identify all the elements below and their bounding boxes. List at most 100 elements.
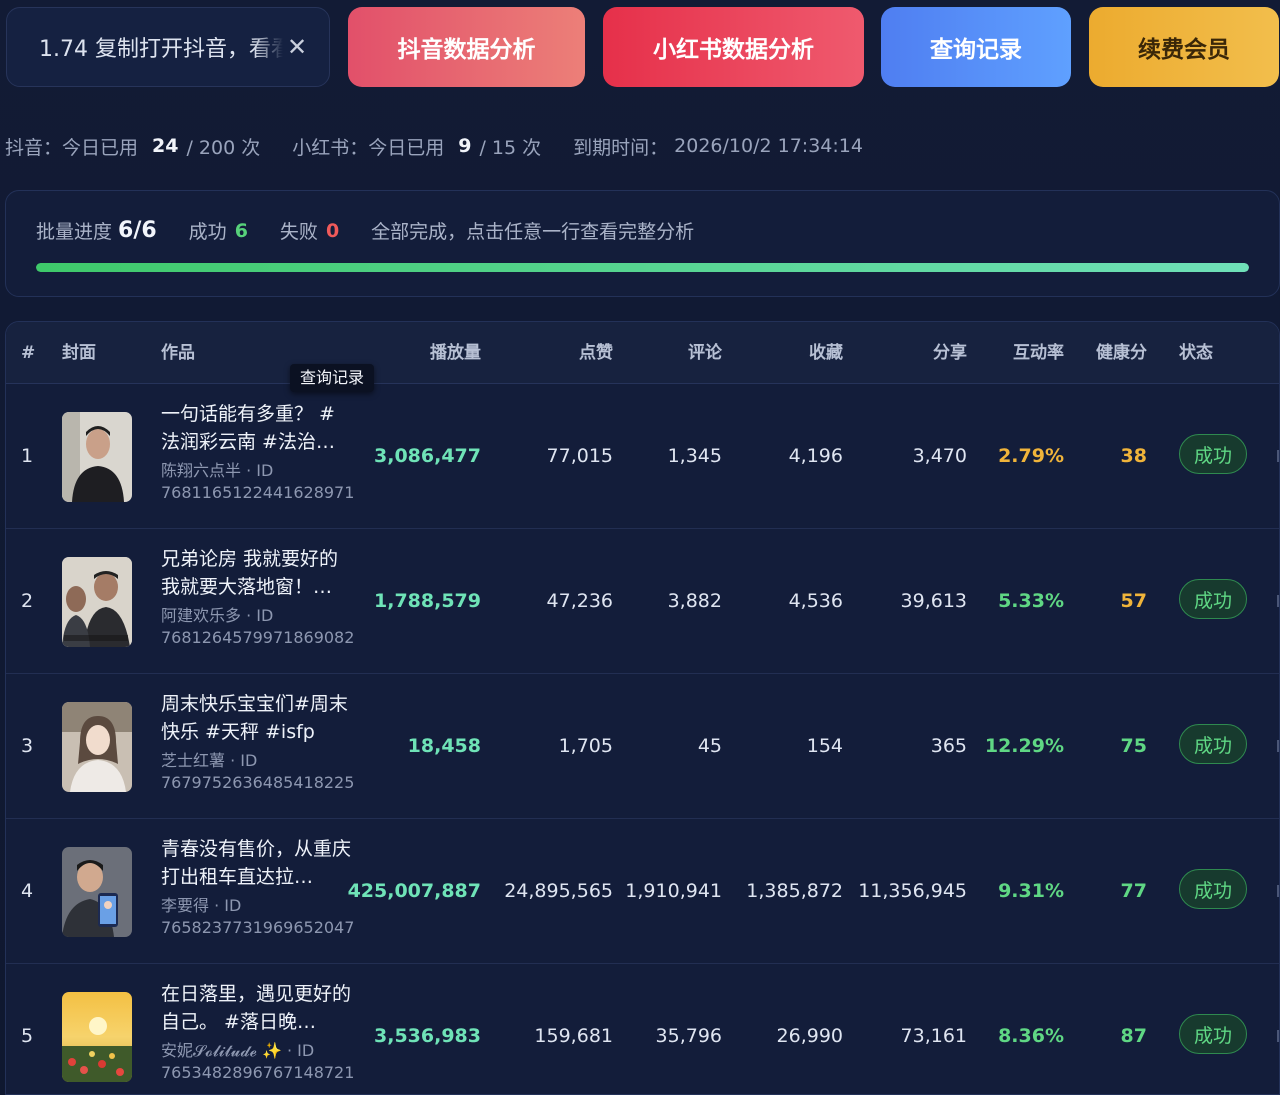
col-status-header: 状态 bbox=[1179, 343, 1213, 363]
renew-membership-button[interactable]: 续费会员 bbox=[1089, 7, 1279, 87]
comments-cell: 1,910,941 bbox=[625, 880, 722, 902]
plays-cell: 3,536,983 bbox=[374, 1025, 481, 1047]
author-name: 阿建欢乐多 · ID bbox=[161, 606, 274, 625]
favorites-cell: 4,536 bbox=[788, 590, 843, 612]
author-name: 李要得 · ID bbox=[161, 896, 242, 915]
col-comments-header: 评论 bbox=[688, 343, 722, 363]
row-index: 5 bbox=[21, 1025, 34, 1047]
xiaohongshu-analysis-button[interactable]: 小红书数据分析 bbox=[603, 7, 864, 87]
video-id: 7679752636485418225 bbox=[161, 773, 355, 792]
page: 1.74 复制打开抖音，看看【陈翔六点半的作品】 ✕ 抖音数据分析 小红书数据分… bbox=[0, 0, 1280, 1095]
results-table: # 封面 作品 播放量 点赞 评论 收藏 分享 互动率 健康分 状态 1 一句话能有多重？ #法润彩云… bbox=[5, 321, 1280, 1095]
status-badge: 成功 bbox=[1179, 724, 1247, 764]
table-row[interactable]: 1 一句话能有多重？ #法润彩云南 #法治… 陈翔六点半 · ID 768116512… bbox=[6, 384, 1279, 529]
engagement-rate-cell: 8.36% bbox=[998, 1025, 1064, 1047]
author-name: 芝士红薯 · ID bbox=[161, 751, 258, 770]
video-id: 7653482896767148721 bbox=[161, 1063, 355, 1082]
col-cover-header: 封面 bbox=[62, 343, 96, 363]
progress-summary: 批量进度 6/6 成功 6 失败 0 全部完成，点击任意一行查看完整分析 bbox=[36, 217, 694, 244]
col-title-header: 作品 bbox=[161, 343, 195, 363]
top-toolbar: 1.74 复制打开抖音，看看【陈翔六点半的作品】 ✕ 抖音数据分析 小红书数据分… bbox=[0, 0, 1280, 96]
expire-time: 2026/10/2 17:34:14 bbox=[674, 135, 863, 157]
cover-thumbnail[interactable] bbox=[62, 992, 132, 1082]
status-badge: 成功 bbox=[1179, 1014, 1247, 1054]
success-label: 成功 bbox=[188, 221, 227, 243]
work-title[interactable]: 青春没有售价，从重庆打出租车直达拉… bbox=[161, 835, 351, 891]
plays-cell: 18,458 bbox=[407, 735, 481, 757]
author-name: 安妮𝓢𝓸𝓵𝓲𝓽𝓾𝓭𝓮 ✨ · ID bbox=[161, 1041, 315, 1060]
favorites-cell: 1,385,872 bbox=[746, 880, 843, 902]
tooltip: 查询记录 bbox=[290, 364, 375, 392]
work-title[interactable]: 一句话能有多重？ #法润彩云南 #法治… bbox=[161, 400, 351, 456]
progress-bar-fill bbox=[36, 263, 1249, 272]
douyin-quota-label: 抖音：今日已用 bbox=[5, 136, 139, 159]
work-info: 一句话能有多重？ #法润彩云南 #法治… 陈翔六点半 · ID 7681165122… bbox=[161, 400, 355, 504]
comments-cell: 45 bbox=[697, 735, 722, 757]
engagement-rate-cell: 5.33% bbox=[998, 590, 1064, 612]
col-index-header: # bbox=[21, 343, 36, 363]
col-likes-header: 点赞 bbox=[579, 343, 613, 363]
row-index: 2 bbox=[21, 590, 34, 612]
work-info: 在日落里，遇见更好的自己。 #落日晚… 安妮𝓢𝓸𝓵𝓲𝓽𝓾𝓭𝓮 ✨ · ID 7653… bbox=[161, 980, 355, 1084]
success-count: 6 bbox=[234, 219, 248, 242]
likes-cell: 1,705 bbox=[558, 735, 613, 757]
engagement-rate-cell: 9.31% bbox=[998, 880, 1064, 902]
cover-thumbnail[interactable] bbox=[62, 702, 132, 792]
likes-cell: 47,236 bbox=[546, 590, 613, 612]
table-row[interactable]: 5 在日落里，遇见更好的自己。 #落日晚… 安妮𝓢𝓸𝓵𝓲𝓽𝓾𝓭𝓮 ✨ · ID 765… bbox=[6, 964, 1279, 1094]
comments-cell: 1,345 bbox=[667, 445, 722, 467]
engagement-rate-cell: 2.79% bbox=[998, 445, 1064, 467]
table-header: # 封面 作品 播放量 点赞 评论 收藏 分享 互动率 健康分 状态 bbox=[6, 322, 1279, 384]
likes-cell: 24,895,565 bbox=[504, 880, 613, 902]
row-index: 1 bbox=[21, 445, 34, 467]
progress-message: 全部完成，点击任意一行查看完整分析 bbox=[371, 221, 695, 243]
shares-cell: 73,161 bbox=[900, 1025, 967, 1047]
favorites-cell: 26,990 bbox=[776, 1025, 843, 1047]
video-id: 7658237731969652047 bbox=[161, 918, 355, 937]
comments-cell: 3,882 bbox=[667, 590, 722, 612]
engagement-rate-cell: 12.29% bbox=[984, 735, 1064, 757]
health-score-cell: 75 bbox=[1120, 735, 1147, 757]
work-title[interactable]: 兄弟论房 我就要好的我就要大落地窗！… bbox=[161, 545, 351, 601]
table-row[interactable]: 4 青春没有售价，从重庆打出租车直达拉… 李要得 · ID 7658237731969… bbox=[6, 819, 1279, 964]
shares-cell: 3,470 bbox=[912, 445, 967, 467]
table-row[interactable]: 2 兄弟论房 我就要好的我就要大落地窗！… 阿建欢乐多 · ID 7681264579… bbox=[6, 529, 1279, 674]
batch-progress-card: 批量进度 6/6 成功 6 失败 0 全部完成，点击任意一行查看完整分析 bbox=[5, 190, 1280, 297]
status-badge: 成功 bbox=[1179, 869, 1247, 909]
table-row[interactable]: 3 周末快乐宝宝们#周末快乐 #天秤 #isfp 芝士红薯 · ID 76797526… bbox=[6, 674, 1279, 819]
row-action-indicator bbox=[1277, 450, 1279, 462]
status-badge: 成功 bbox=[1179, 434, 1247, 474]
expire-label: 到期时间： bbox=[573, 136, 669, 159]
douyin-analysis-button[interactable]: 抖音数据分析 bbox=[348, 7, 585, 87]
plays-cell: 425,007,887 bbox=[347, 880, 481, 902]
col-rate-header: 互动率 bbox=[1013, 343, 1064, 363]
col-favorites-header: 收藏 bbox=[809, 343, 843, 363]
xhs-quota-total: / 15 次 bbox=[479, 136, 542, 159]
author-name: 陈翔六点半 · ID bbox=[161, 461, 274, 480]
clear-icon[interactable]: ✕ bbox=[283, 33, 311, 61]
health-score-cell: 87 bbox=[1120, 1025, 1147, 1047]
row-index: 4 bbox=[21, 880, 34, 902]
shares-cell: 11,356,945 bbox=[858, 880, 967, 902]
health-score-cell: 57 bbox=[1120, 590, 1147, 612]
work-info: 兄弟论房 我就要好的我就要大落地窗！… 阿建欢乐多 · ID 76812645799… bbox=[161, 545, 354, 649]
progress-bar bbox=[36, 263, 1249, 272]
likes-cell: 77,015 bbox=[546, 445, 613, 467]
cover-thumbnail[interactable] bbox=[62, 847, 132, 937]
video-id: 7681165122441628971 bbox=[161, 483, 355, 502]
work-title[interactable]: 在日落里，遇见更好的自己。 #落日晚… bbox=[161, 980, 351, 1036]
favorites-cell: 4,196 bbox=[788, 445, 843, 467]
cover-thumbnail[interactable] bbox=[62, 412, 132, 502]
query-history-button[interactable]: 查询记录 bbox=[881, 7, 1071, 87]
cover-thumbnail[interactable] bbox=[62, 557, 132, 647]
work-info: 周末快乐宝宝们#周末快乐 #天秤 #isfp 芝士红薯 · ID 767975263… bbox=[161, 690, 355, 794]
health-score-cell: 38 bbox=[1120, 445, 1147, 467]
row-action-indicator bbox=[1277, 1030, 1279, 1042]
link-input[interactable]: 1.74 复制打开抖音，看看【陈翔六点半的作品】 ✕ bbox=[6, 7, 330, 87]
work-info: 青春没有售价，从重庆打出租车直达拉… 李要得 · ID 76582377319696… bbox=[161, 835, 355, 939]
link-input-value[interactable]: 1.74 复制打开抖音，看看【陈翔六点半的作品】 bbox=[39, 31, 283, 63]
work-title[interactable]: 周末快乐宝宝们#周末快乐 #天秤 #isfp bbox=[161, 690, 351, 746]
row-action-indicator bbox=[1277, 740, 1279, 752]
fail-count: 0 bbox=[325, 219, 340, 242]
col-health-header: 健康分 bbox=[1096, 343, 1147, 363]
